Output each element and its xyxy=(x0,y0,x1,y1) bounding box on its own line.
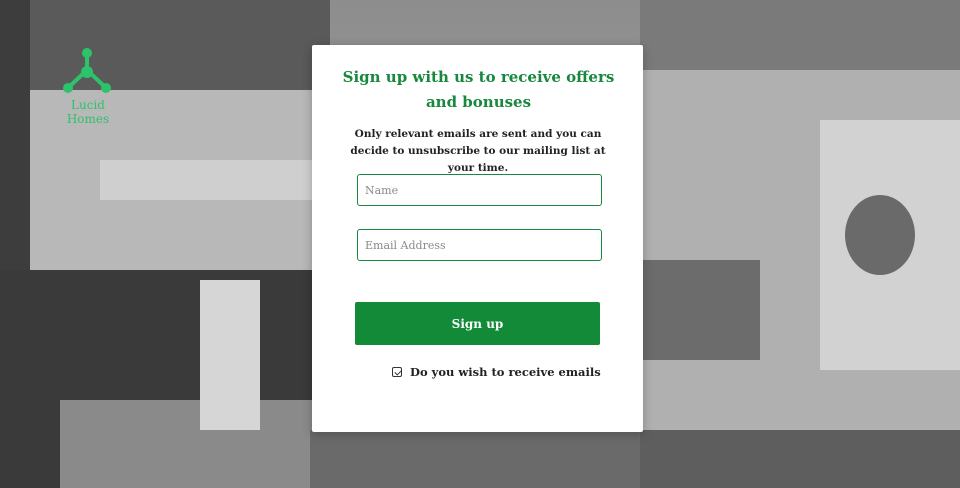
brand-logo[interactable]: Lucid Homes xyxy=(48,46,128,126)
network-nodes-icon xyxy=(63,48,111,93)
modal-subtitle: Only relevant emails are sent and you ca… xyxy=(350,128,606,174)
consent-option[interactable]: Do you wish to receive emails xyxy=(392,363,601,381)
consent-checkbox[interactable] xyxy=(392,367,402,377)
consent-label: Do you wish to receive emails xyxy=(410,365,601,379)
email-input[interactable] xyxy=(357,229,602,261)
brand-name: Lucid Homes xyxy=(66,98,110,126)
signup-modal: Sign up with us to receive offers and bo… xyxy=(312,45,643,432)
signup-button[interactable]: Sign up xyxy=(355,302,600,345)
name-input[interactable] xyxy=(357,174,602,206)
modal-title: Sign up with us to receive offers and bo… xyxy=(342,68,615,111)
